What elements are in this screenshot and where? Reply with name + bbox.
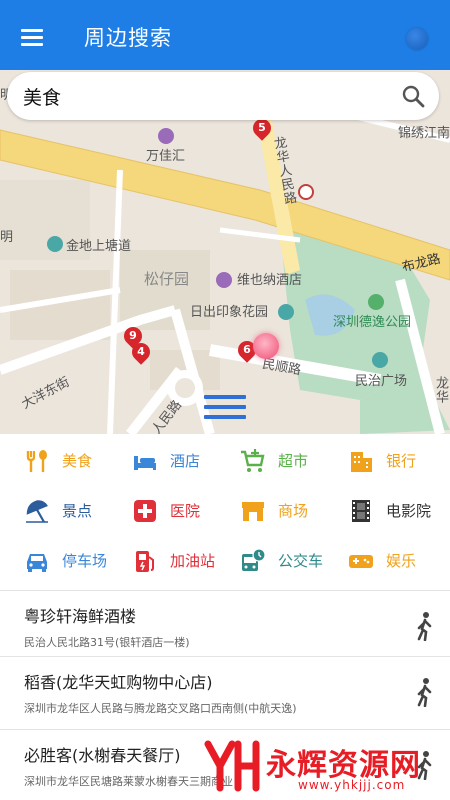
- map-drawer-handle[interactable]: [204, 395, 246, 421]
- walking-icon[interactable]: [414, 677, 436, 707]
- bus-icon: [242, 548, 266, 571]
- category-label: 银行: [386, 452, 417, 470]
- map-view[interactable]: 明 万佳汇 锦绣江南 龙华人民路 布龙路 明 金地上塘道 松仔园 维也纳酒店 日…: [0, 70, 450, 434]
- marker-number: 5: [258, 121, 266, 134]
- category-cinema[interactable]: 电影院: [324, 486, 436, 536]
- map-label-longhua-edge: 龙华: [433, 376, 448, 404]
- map-label-wanjia: 万佳汇: [146, 149, 186, 164]
- handle-line: [204, 415, 246, 419]
- app-bar: 周边搜索: [0, 0, 450, 76]
- park-tree-icon[interactable]: [368, 294, 384, 310]
- map-label-jindi: 金地上塘道: [66, 239, 132, 254]
- list-item[interactable]: 稻香(龙华天虹购物中心店) 深圳市龙华区人民路与腾龙路交叉路口西南侧(中航天逸): [0, 656, 450, 728]
- category-gas-station[interactable]: 加油站: [108, 536, 220, 586]
- bed-icon: [134, 456, 156, 470]
- map-label-richu: 日出印象花园: [190, 305, 269, 320]
- mall-poi-icon[interactable]: [158, 128, 174, 144]
- category-mall[interactable]: 商场: [216, 486, 328, 536]
- handle-line: [204, 395, 246, 399]
- search-input[interactable]: [23, 80, 383, 112]
- film-icon: [352, 500, 370, 522]
- category-label: 停车场: [62, 552, 108, 570]
- category-hotel[interactable]: 酒店: [108, 436, 220, 486]
- category-label: 景点: [62, 502, 93, 520]
- menu-button[interactable]: [14, 22, 50, 54]
- result-address: 民治人民北路31号(银轩酒店一楼): [24, 636, 190, 649]
- map-label-minzhi-plaza: 民治广场: [355, 374, 408, 389]
- menu-icon-line: [21, 43, 43, 46]
- category-label: 医院: [170, 502, 201, 520]
- handle-line: [204, 405, 246, 409]
- store-icon: [242, 502, 264, 521]
- current-location-dot: [253, 333, 279, 359]
- marker-number: 4: [137, 345, 145, 358]
- building-poi-icon[interactable]: [47, 236, 63, 252]
- result-marker[interactable]: 4: [128, 339, 154, 367]
- residence-poi-icon[interactable]: [278, 304, 294, 320]
- gamepad-icon: [349, 555, 373, 568]
- category-supermarket[interactable]: 超市: [216, 436, 328, 486]
- building-poi-icon[interactable]: [372, 352, 388, 368]
- fork-spoon-icon: [26, 450, 47, 472]
- location-orb-icon[interactable]: [406, 28, 428, 50]
- page-title: 周边搜索: [84, 26, 172, 50]
- shopping-cart-icon: [241, 449, 265, 472]
- walking-icon[interactable]: [414, 611, 436, 641]
- map-label-songzaiyuan: 松仔园: [144, 270, 190, 288]
- map-label-jinxiu: 锦绣江南: [398, 126, 450, 141]
- category-scenic[interactable]: 景点: [0, 486, 112, 536]
- category-label: 加油站: [170, 552, 216, 570]
- category-grid: 美食 酒店 超市 银行 景点 医院 商场 电影院 停车场 加油站 公交车 娱乐: [0, 434, 450, 594]
- result-name: 稻香(龙华天虹购物中心店): [24, 673, 213, 692]
- hotel-poi-icon[interactable]: [216, 272, 232, 288]
- result-address: 深圳市龙华区人民路与腾龙路交叉路口西南侧(中航天逸): [24, 702, 297, 715]
- category-label: 酒店: [170, 452, 201, 470]
- result-name: 必胜客(水榭春天餐厅): [24, 746, 181, 765]
- category-bank[interactable]: 银行: [324, 436, 436, 486]
- watermark: 永辉资源网 www.yhkjjj.com: [198, 734, 450, 796]
- category-parking[interactable]: 停车场: [0, 536, 112, 586]
- result-marker[interactable]: 5: [249, 115, 275, 143]
- metro-station-icon[interactable]: [298, 184, 314, 200]
- category-label: 商场: [278, 502, 309, 520]
- search-bar: [7, 72, 439, 120]
- gas-station-icon: [136, 551, 154, 572]
- category-label: 电影院: [386, 502, 432, 520]
- menu-icon: [21, 29, 43, 32]
- category-label: 娱乐: [386, 552, 417, 570]
- category-label: 超市: [278, 452, 309, 470]
- search-icon[interactable]: [401, 84, 425, 108]
- umbrella-icon: [26, 500, 48, 523]
- category-label: 美食: [62, 452, 93, 470]
- category-bus[interactable]: 公交车: [216, 536, 328, 586]
- watermark-url: www.yhkjjj.com: [298, 778, 406, 792]
- bank-building-icon: [351, 452, 372, 472]
- car-icon: [27, 554, 47, 572]
- map-label-deyi-park: 深圳德逸公园: [333, 315, 412, 330]
- category-label: 公交车: [278, 552, 324, 570]
- map-label-weiyena: 维也纳酒店: [237, 273, 303, 288]
- category-hospital[interactable]: 医院: [108, 486, 220, 536]
- menu-icon-line: [21, 36, 43, 39]
- map-label: 明: [0, 230, 14, 245]
- category-entertainment[interactable]: 娱乐: [324, 536, 436, 586]
- result-name: 粤珍轩海鲜酒楼: [24, 607, 137, 626]
- watermark-logo-icon: [204, 740, 260, 792]
- category-food[interactable]: 美食: [0, 436, 112, 486]
- list-item[interactable]: 粤珍轩海鲜酒楼 民治人民北路31号(银轩酒店一楼): [0, 590, 450, 662]
- hospital-cross-icon: [134, 500, 156, 522]
